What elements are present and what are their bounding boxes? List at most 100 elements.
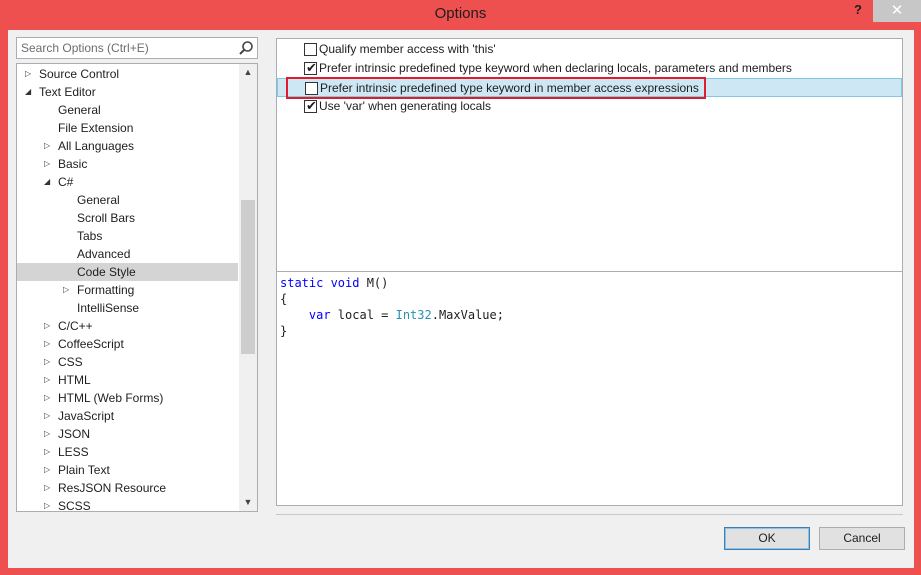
tree-item-label: Scroll Bars [77,211,136,225]
tree-item[interactable]: ▷ HTML (Web Forms) [17,389,239,407]
tree-item[interactable]: Code Style [17,263,238,281]
collapsed-arrow-icon[interactable]: ▷ [63,281,73,299]
option-label: Qualify member access with 'this' [319,42,496,56]
collapsed-arrow-icon[interactable]: ▷ [44,155,54,173]
collapsed-arrow-icon[interactable]: ▷ [44,371,54,389]
collapsed-arrow-icon[interactable]: ▷ [44,497,54,511]
tree-item[interactable]: General [17,191,239,209]
code-text: { [280,292,288,306]
code-type: Int32 [395,308,432,322]
collapsed-arrow-icon[interactable]: ▷ [44,137,54,155]
collapsed-arrow-icon[interactable]: ▷ [44,479,54,497]
tree-item[interactable]: IntelliSense [17,299,239,317]
tree-item-label: HTML (Web Forms) [58,391,164,405]
tree-item-label: SCSS [58,499,91,512]
search-icon [239,41,253,55]
code-style-options-panel: ✔ Use 'var' when generating locals Prefer … [276,38,903,506]
collapsed-arrow-icon[interactable]: ▷ [44,425,54,443]
tree-item[interactable]: Tabs [17,227,239,245]
options-dialog: Options ? ✕ Search Options (Ctrl+E) ▷ SCS… [0,0,921,575]
tree-item[interactable]: ▷ CoffeeScript [17,335,239,353]
code-preview: static void M() { var local = Int32.MaxV… [280,275,504,339]
tree-item-label: Text Editor [39,85,96,99]
expanded-arrow-icon[interactable]: ◢ [44,173,54,191]
tree-item[interactable]: ▷ All Languages [17,137,239,155]
tree-item-label: General [58,103,101,117]
tree-item[interactable]: ▷ Plain Text [17,461,239,479]
code-text: } [280,324,288,338]
tree-item-label: JavaScript [58,409,115,423]
checkmark-icon: ✔ [306,60,317,75]
option-label: Prefer intrinsic predefined type keyword… [319,61,792,75]
tree-item[interactable]: ◢ Text Editor [17,83,239,101]
tree-item[interactable]: ▷ JSON [17,425,239,443]
tree-item-label: IntelliSense [77,301,140,315]
tree-item[interactable]: ▷ Basic [17,155,239,173]
expanded-arrow-icon[interactable]: ◢ [25,83,35,101]
footer-separator [276,514,903,515]
option-row[interactable]: ✔ Prefer intrinsic predefined type keywor… [277,59,902,78]
option-checkbox[interactable] [304,43,317,56]
code-keyword: static void [280,276,360,290]
code-text: local = [330,308,396,322]
option-row[interactable]: ✔ Use 'var' when generating locals [277,97,902,116]
tree-item-label: CoffeeScript [58,337,124,351]
tree-item[interactable]: ▷ CSS [17,353,239,371]
tree-item[interactable]: ▷ JavaScript [17,407,239,425]
tree-item-label: General [77,193,120,207]
collapsed-arrow-icon[interactable]: ▷ [25,65,35,83]
option-checkbox[interactable]: ✔ [304,98,317,113]
tree-item[interactable]: ▷ SCSS [17,497,239,512]
tree-item-label: Plain Text [58,463,110,477]
tree-item[interactable]: ▷ C/C++ [17,317,239,335]
option-checkbox[interactable]: ✔ [304,60,317,75]
cancel-button[interactable]: Cancel [819,527,905,550]
tree-item[interactable]: File Extension [17,119,239,137]
option-row[interactable]: Qualify member access with 'this' [277,40,902,59]
tree-item[interactable]: ▷ ResJSON Resource [17,479,239,497]
window-title: Options [434,5,487,22]
tree-item[interactable]: ▷ LESS [17,443,239,461]
help-button[interactable]: ? [848,2,868,22]
options-tree[interactable]: ▷ SCSS ▷ ResJSON Resource ▷ Plain Text ▷ LESS ▷ J… [16,63,258,512]
annotation-highlight-box [286,77,706,99]
tree-item-label: Advanced [77,247,131,261]
scroll-thumb[interactable] [241,200,255,354]
preview-divider [277,271,902,272]
search-placeholder: Search Options (Ctrl+E) [21,41,149,55]
collapsed-arrow-icon[interactable]: ▷ [44,353,54,371]
tree-item[interactable]: ▷ HTML [17,371,239,389]
collapsed-arrow-icon[interactable]: ▷ [44,335,54,353]
tree-item-label: C# [58,175,74,189]
option-label: Use 'var' when generating locals [319,99,492,113]
tree-scrollbar[interactable]: ▲ ▼ [239,64,257,511]
ok-button[interactable]: OK [724,527,810,550]
tree-item-label: File Extension [58,121,134,135]
tree-item-label: LESS [58,445,89,459]
tree-item-label: Source Control [39,67,120,81]
tree-item-label: HTML [58,373,91,387]
tree-item[interactable]: ▷ Source Control [17,65,239,83]
collapsed-arrow-icon[interactable]: ▷ [44,389,54,407]
scroll-down-arrow-icon[interactable]: ▼ [239,494,257,511]
tree-item-label: CSS [58,355,83,369]
code-text: M() [359,276,389,290]
tree-item-label: ResJSON Resource [58,481,167,495]
close-button[interactable]: ✕ [873,0,921,22]
search-input[interactable]: Search Options (Ctrl+E) [16,37,258,59]
title-bar[interactable]: Options ? ✕ [0,0,921,30]
code-keyword: var [280,308,331,322]
collapsed-arrow-icon[interactable]: ▷ [44,407,54,425]
tree-item[interactable]: ◢ C# [17,173,239,191]
tree-item[interactable]: Advanced [17,245,239,263]
collapsed-arrow-icon[interactable]: ▷ [44,443,54,461]
code-text: .MaxValue; [431,308,504,322]
collapsed-arrow-icon[interactable]: ▷ [44,461,54,479]
tree-item-label: Formatting [77,283,135,297]
checkmark-icon: ✔ [306,98,317,113]
collapsed-arrow-icon[interactable]: ▷ [44,317,54,335]
tree-item[interactable]: ▷ Formatting [17,281,239,299]
scroll-up-arrow-icon[interactable]: ▲ [239,64,257,81]
tree-item[interactable]: General [17,101,239,119]
tree-item[interactable]: Scroll Bars [17,209,239,227]
